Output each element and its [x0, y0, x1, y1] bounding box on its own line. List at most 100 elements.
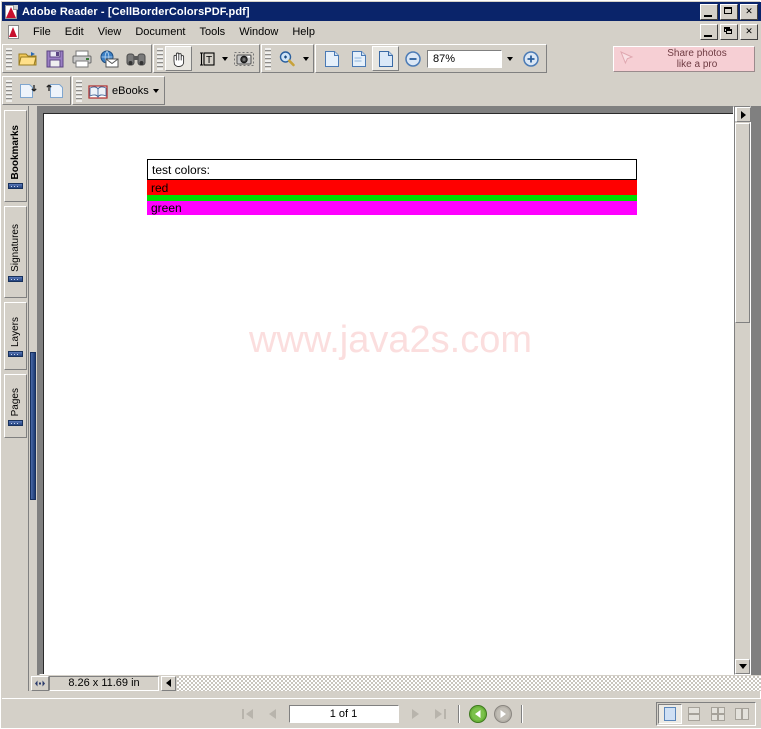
ebooks-label: eBooks [112, 84, 149, 97]
select-text-tool-button[interactable]: T [192, 46, 219, 71]
view-mode-group [656, 702, 756, 726]
minimize-button[interactable] [700, 4, 718, 20]
go-forward-button[interactable] [491, 703, 515, 725]
file-toolbar-section [2, 44, 152, 73]
select-tool-dropdown[interactable] [219, 46, 230, 71]
sidebar-tab-bookmarks[interactable]: Bookmarks [4, 110, 27, 202]
ebooks-button[interactable]: eBooks [84, 78, 162, 103]
last-page-button[interactable] [428, 703, 452, 725]
sidebar-tab-pages-label: Pages [10, 387, 21, 417]
table-header-label: test colors: [152, 162, 211, 177]
vertical-scrollbar[interactable] [734, 106, 751, 675]
zoom-tool-dropdown[interactable] [300, 46, 311, 71]
actual-size-button[interactable] [318, 46, 345, 71]
menu-bar: File Edit View Document Tools Window Hel… [2, 21, 761, 42]
toolbar-grip[interactable] [6, 47, 12, 70]
single-page-view-button[interactable] [658, 704, 682, 724]
open-file-button[interactable] [14, 46, 41, 71]
menu-item-help[interactable]: Help [285, 24, 322, 40]
menu-item-document[interactable]: Document [128, 24, 192, 40]
continuous-facing-view-button[interactable] [706, 704, 730, 724]
fit-width-button[interactable] [372, 46, 399, 71]
table-row-red-label: red [151, 180, 169, 195]
zoom-in-button[interactable] [517, 46, 544, 71]
ebooks-dropdown-icon[interactable] [152, 88, 159, 93]
next-view-button[interactable] [41, 78, 68, 103]
page-size-indicator: 8.26 x 11.69 in [49, 675, 159, 691]
page-navigation-group: 1 of 1 [236, 703, 528, 725]
menu-item-file[interactable]: File [26, 24, 58, 40]
zoom-level-input[interactable]: 87% [427, 49, 502, 68]
document-status-bar: 8.26 x 11.69 in [29, 675, 761, 691]
table-header-row: test colors: [147, 159, 637, 180]
sidebar-tab-bookmarks-label: Bookmarks [10, 124, 21, 180]
sidebar-splitter[interactable] [29, 106, 38, 691]
toolbar-grip[interactable] [76, 79, 82, 102]
sidebar-tab-signatures-label: Signatures [10, 224, 21, 272]
menu-item-edit[interactable]: Edit [58, 24, 91, 40]
previous-view-button[interactable] [14, 78, 41, 103]
status-filler [177, 675, 761, 691]
toolbar-grip[interactable] [157, 47, 163, 70]
fit-page-button[interactable] [345, 46, 372, 71]
title-bar: Adobe Reader - [CellBorderColorsPDF.pdf]… [2, 2, 761, 21]
sidebar-tab-layers[interactable]: Layers [4, 302, 27, 370]
table-row-red: red [147, 180, 637, 195]
zoom-tool-button[interactable] [273, 46, 300, 71]
toolbar-grip[interactable] [265, 47, 271, 70]
print-button[interactable] [68, 46, 95, 71]
horizontal-scroll-left-button[interactable] [161, 675, 176, 691]
tools-toolbar-section: T [153, 44, 260, 73]
tab-handle[interactable] [8, 351, 23, 357]
view-toolbar-section: 87% [315, 44, 547, 73]
mdi-close-button[interactable]: ✕ [740, 24, 758, 40]
next-page-button[interactable] [403, 703, 427, 725]
document-icon [6, 24, 22, 40]
previous-page-button[interactable] [261, 703, 285, 725]
panel-expand-button[interactable] [736, 107, 751, 122]
continuous-view-button[interactable] [682, 704, 706, 724]
window-controls: ✕ [700, 4, 758, 20]
document-viewport[interactable]: test colors: red green www.java2s.com [39, 106, 734, 675]
menu-item-view[interactable]: View [91, 24, 129, 40]
zoom-out-button[interactable] [399, 46, 426, 71]
sidebar-tab-pages[interactable]: Pages [4, 374, 27, 438]
first-page-button[interactable] [236, 703, 260, 725]
close-button[interactable]: ✕ [740, 4, 758, 20]
splitter-handle[interactable] [30, 352, 36, 500]
cursor-arrow-icon [614, 50, 640, 69]
search-button[interactable] [122, 46, 149, 71]
secondary-toolbar: eBooks [2, 75, 761, 106]
share-photos-label: Share photos like a pro [640, 48, 754, 70]
navigation-toolbar-section [2, 76, 71, 105]
share-photos-button[interactable]: Share photos like a pro [613, 46, 755, 72]
snapshot-tool-button[interactable] [230, 46, 257, 71]
toolbar-grip[interactable] [6, 79, 12, 102]
facing-view-button[interactable] [730, 704, 754, 724]
save-button[interactable] [41, 46, 68, 71]
svg-text:T: T [205, 55, 211, 66]
share-line-2: like a pro [676, 59, 718, 70]
navigation-separator [457, 704, 460, 723]
window-title: Adobe Reader - [CellBorderColorsPDF.pdf] [22, 5, 250, 18]
hand-tool-button[interactable] [165, 46, 192, 71]
tab-handle[interactable] [8, 183, 23, 190]
tab-handle[interactable] [8, 420, 23, 427]
go-back-button[interactable] [466, 703, 490, 725]
sidebar-tab-signatures[interactable]: Signatures [4, 206, 27, 298]
menu-item-window[interactable]: Window [232, 24, 285, 40]
scrollbar-thumb[interactable] [735, 123, 750, 323]
navigation-tabs: Bookmarks Signatures Layers Pages [2, 106, 29, 691]
tab-handle[interactable] [8, 275, 23, 282]
resize-grip[interactable] [31, 675, 49, 691]
email-button[interactable] [95, 46, 122, 71]
scroll-down-button[interactable] [735, 659, 750, 674]
zoom-level-dropdown[interactable] [503, 50, 517, 68]
menu-item-tools[interactable]: Tools [193, 24, 233, 40]
mdi-window-controls: ✕ [700, 24, 758, 40]
page-number-input[interactable]: 1 of 1 [288, 704, 399, 723]
maximize-button[interactable] [720, 4, 738, 20]
ebooks-toolbar-section: eBooks [72, 76, 165, 105]
mdi-minimize-button[interactable] [700, 24, 718, 40]
mdi-restore-button[interactable] [720, 24, 738, 40]
